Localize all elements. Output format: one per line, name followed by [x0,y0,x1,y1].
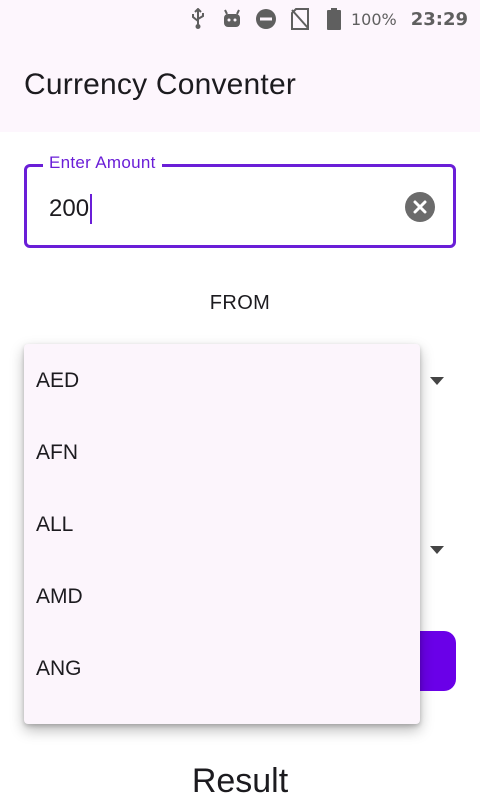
clear-button[interactable] [405,192,435,222]
text-cursor [90,194,93,224]
app-bar: Currency Conventer [0,38,480,132]
status-bar: 100% 23:29 [0,0,480,38]
amount-field[interactable]: Enter Amount 200 [24,153,456,248]
battery-icon [323,8,345,30]
amount-field-label: Enter Amount [43,153,162,173]
clock: 23:29 [410,8,468,30]
chevron-down-icon [430,377,444,385]
dropdown-item-aed[interactable]: AED [24,345,420,417]
dropdown-item-amd[interactable]: AMD [24,561,420,633]
amount-input[interactable]: 200 [49,194,93,224]
do-not-disturb-icon [255,8,277,30]
chevron-down-icon [430,546,444,554]
currency-dropdown-menu: AED AFN ALL AMD ANG [24,344,420,724]
dropdown-item-all[interactable]: ALL [24,489,420,561]
from-label: FROM [209,292,271,314]
battery-percent: 100% [350,9,397,29]
result-label: Result [191,762,289,800]
screen: 100% 23:29 Currency Conventer Enter Amou… [0,0,480,800]
dropdown-item-afn[interactable]: AFN [24,417,420,489]
close-icon [413,200,427,214]
app-title: Currency Conventer [24,68,297,101]
usb-icon [187,8,209,30]
no-sim-icon [289,8,311,30]
amount-input-value: 200 [49,195,90,222]
android-debug-icon [221,8,243,30]
dropdown-item-ang[interactable]: ANG [24,633,420,705]
